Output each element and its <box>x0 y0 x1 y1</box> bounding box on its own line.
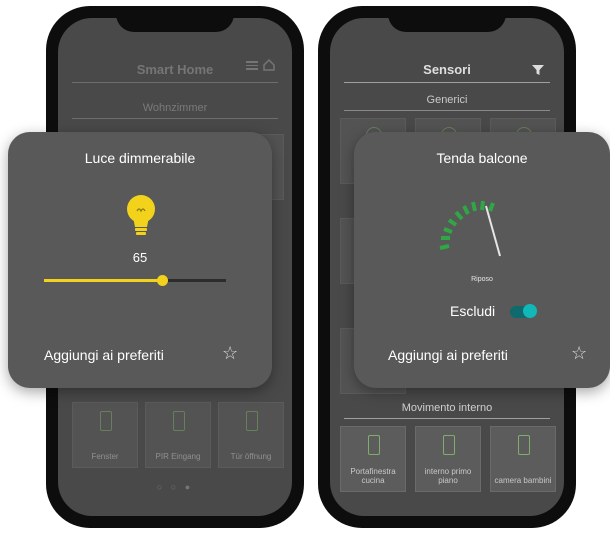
blind-state: Riposo <box>471 276 493 283</box>
motion-sensor-icon <box>173 411 185 431</box>
card-title: Tenda balcone <box>436 150 528 166</box>
exclude-label: Escludi <box>450 303 496 319</box>
tile-label: Tür öffnung <box>230 452 272 461</box>
home-icon[interactable] <box>262 58 276 72</box>
star-icon[interactable]: ☆ <box>222 343 238 364</box>
tile-label: camera bambini <box>494 476 552 485</box>
tile-label: Fenster <box>91 452 119 461</box>
motion-sensor-icon <box>518 435 530 455</box>
section-divider <box>344 110 550 111</box>
lightbulb-icon[interactable] <box>124 194 158 240</box>
section-motion-title: Movimento interno <box>401 402 493 414</box>
phone-notch <box>388 6 506 32</box>
device-tile-window[interactable]: Fenster <box>72 402 138 468</box>
door-icon <box>443 435 455 455</box>
card-title: Luce dimmerabile <box>84 150 196 166</box>
room-divider <box>72 118 278 119</box>
section-divider <box>344 418 550 419</box>
slider-thumb[interactable] <box>157 275 169 286</box>
dimmer-value: 65 <box>132 250 148 265</box>
device-tile-door[interactable]: Tür öffnung <box>218 402 284 468</box>
header-divider <box>344 82 550 83</box>
menu-icon[interactable] <box>246 60 258 70</box>
tile-label: PIR Eingang <box>155 452 201 461</box>
window-icon <box>100 411 112 431</box>
star-icon[interactable]: ☆ <box>571 343 587 364</box>
device-tile-pir[interactable]: PIR Eingang <box>145 402 211 468</box>
motion-tile-kitchen[interactable]: Portafinestra cucina <box>340 426 406 492</box>
add-favorites-label[interactable]: Aggiungi ai preferiti <box>44 347 164 363</box>
tile-label: interno primo piano <box>424 467 472 485</box>
slider-fill <box>44 279 163 282</box>
motion-tile-kids-room[interactable]: camera bambini <box>490 426 556 492</box>
door-icon <box>246 411 258 431</box>
toggle-knob <box>523 304 537 318</box>
blind-card: Tenda balcone Riposo Escludi Aggiungi ai… <box>354 132 610 388</box>
header-divider <box>72 82 278 83</box>
exclude-toggle[interactable] <box>510 304 537 318</box>
motion-tile-upstairs[interactable]: interno primo piano <box>415 426 481 492</box>
brightness-slider[interactable] <box>44 275 226 286</box>
add-favorites-label[interactable]: Aggiungi ai preferiti <box>388 347 508 363</box>
page-indicator[interactable]: ○ ○ ● <box>58 482 292 492</box>
section-generic-title: Generici <box>426 94 468 106</box>
filter-icon[interactable] <box>532 64 544 76</box>
dimmer-card: Luce dimmerabile 65 Aggiungi ai preferit… <box>8 132 272 388</box>
page-title: Sensori <box>423 62 471 77</box>
tile-label: Portafinestra cucina <box>350 467 396 485</box>
door-icon <box>368 435 380 455</box>
phone-notch <box>116 6 234 32</box>
room-section-title: Wohnzimmer <box>142 102 208 114</box>
gauge-icon <box>439 200 501 257</box>
